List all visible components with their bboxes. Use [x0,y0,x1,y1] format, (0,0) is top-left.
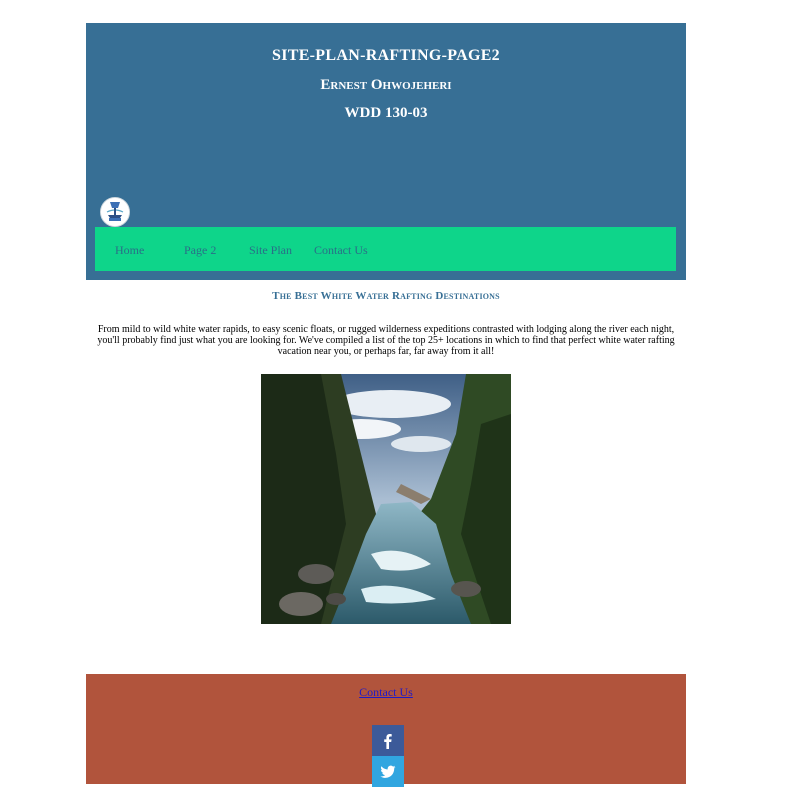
author-name: Ernest Ohwojeheri [320,77,452,93]
footer-contact-link[interactable]: Contact Us [359,685,413,699]
nav-site-plan[interactable]: Site Plan [249,243,292,258]
intro-paragraph: From mild to wild white water rapids, to… [97,324,675,357]
nav-contact-us[interactable]: Contact Us [314,243,368,258]
course-code: WDD 130-03 [344,105,428,121]
nav-home[interactable]: Home [115,243,144,258]
nav-page-2[interactable]: Page 2 [184,243,216,258]
header-titles: SITE-PLAN-RAFTING-PAGE2 Ernest Ohwojeher… [86,47,686,125]
river-photo [261,374,511,624]
rafting-logo-icon[interactable] [100,197,130,227]
site-footer: Contact Us [86,674,686,787]
footer-contact: Contact Us [86,685,686,700]
site-title: SITE-PLAN-RAFTING-PAGE2 [272,47,500,64]
twitter-icon[interactable] [372,756,404,787]
site-header: SITE-PLAN-RAFTING-PAGE2 Ernest Ohwojeher… [86,23,686,280]
main-nav: Home Page 2 Site Plan Contact Us [95,227,676,271]
page-container: SITE-PLAN-RAFTING-PAGE2 Ernest Ohwojeher… [86,23,686,787]
facebook-icon[interactable] [372,725,404,756]
section-heading: The Best White Water Rafting Destination… [272,290,500,302]
